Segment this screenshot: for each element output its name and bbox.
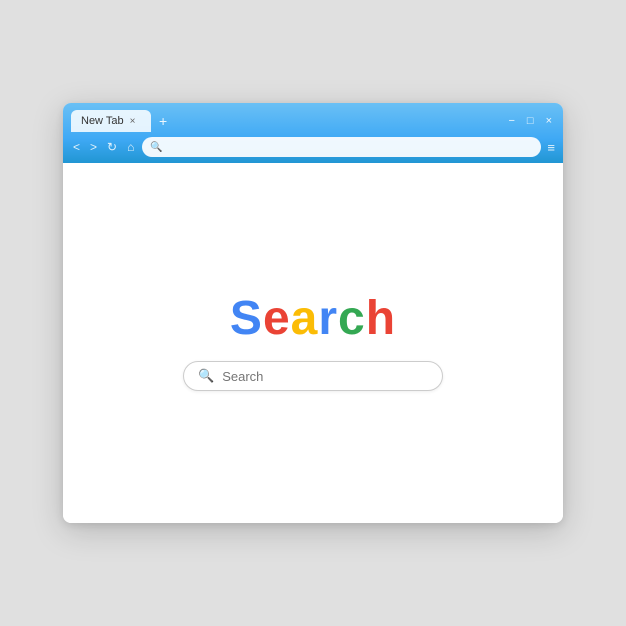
refresh-button[interactable]: ↻ [105, 140, 119, 154]
window-controls: − □ × [505, 115, 555, 127]
search-icon: 🔍 [198, 368, 214, 384]
back-button[interactable]: < [71, 140, 82, 154]
search-logo: Search [230, 295, 396, 343]
address-bar[interactable]: 🔍 [142, 137, 541, 157]
logo-letter-s: S [230, 292, 263, 345]
logo-letter-h: h [366, 292, 396, 345]
logo-letter-r: r [318, 292, 338, 345]
forward-button[interactable]: > [88, 140, 99, 154]
address-bar-row: < > ↻ ⌂ 🔍 ≡ [63, 133, 563, 163]
minimize-button[interactable]: − [505, 115, 517, 127]
logo-letter-c: c [338, 292, 366, 345]
browser-chrome: New Tab × + − □ × < > ↻ ⌂ 🔍 ≡ [63, 103, 563, 163]
logo-letter-e: e [263, 292, 291, 345]
browser-window: New Tab × + − □ × < > ↻ ⌂ 🔍 ≡ Search [63, 103, 563, 523]
tab-close-icon[interactable]: × [130, 116, 136, 127]
close-button[interactable]: × [543, 115, 555, 127]
tab-label: New Tab [81, 115, 124, 127]
browser-menu-button[interactable]: ≡ [547, 140, 555, 155]
address-search-icon: 🔍 [150, 142, 162, 153]
new-tab-button[interactable]: + [155, 113, 171, 129]
tab-bar: New Tab × + − □ × [63, 103, 563, 133]
home-button[interactable]: ⌂ [125, 140, 136, 154]
browser-content: Search 🔍 [63, 163, 563, 523]
search-input-container[interactable]: 🔍 [183, 361, 443, 391]
search-input[interactable] [222, 369, 428, 384]
logo-letter-a: a [291, 292, 319, 345]
maximize-button[interactable]: □ [524, 115, 537, 127]
browser-tab[interactable]: New Tab × [71, 110, 151, 132]
